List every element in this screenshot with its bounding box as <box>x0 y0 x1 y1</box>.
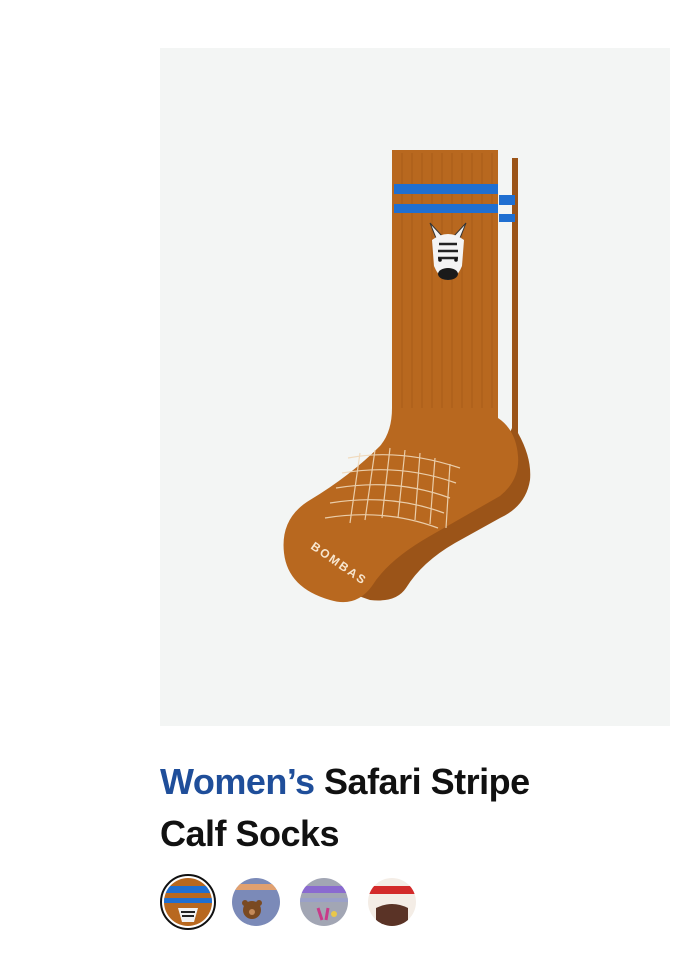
swatch-bear[interactable] <box>228 874 284 930</box>
product-title[interactable]: Women’s Safari Stripe Calf Socks <box>160 756 590 860</box>
zebra-sock-image: BOMBAS <box>283 150 531 603</box>
product-card[interactable]: BOMBAS Women’s Safari Stripe Calf Socks <box>160 48 670 930</box>
bear-sock-swatch-icon <box>232 878 280 926</box>
purple-sock-swatch-icon <box>300 878 348 926</box>
red-cream-sock-swatch-icon <box>368 878 416 926</box>
swatch-zebra[interactable] <box>160 874 216 930</box>
swatch-purple[interactable] <box>296 874 352 930</box>
product-image[interactable]: BOMBAS <box>160 48 670 726</box>
product-title-gender: Women’s <box>160 761 315 802</box>
color-swatches <box>160 874 670 930</box>
zebra-sock-swatch-icon <box>164 878 212 926</box>
swatch-red-cream[interactable] <box>364 874 420 930</box>
